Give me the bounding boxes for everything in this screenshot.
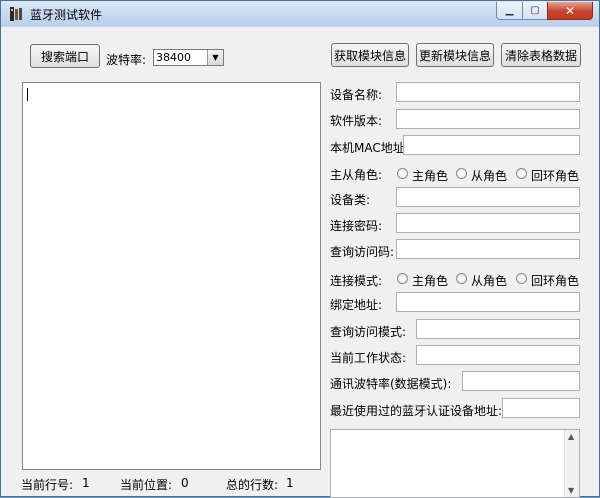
pin-label: 连接密码:	[330, 219, 383, 233]
recent-device-input[interactable]	[502, 398, 580, 418]
baud-rate-select[interactable]: 38400 ▼	[153, 49, 224, 66]
minimize-icon: ▁	[505, 5, 514, 16]
total-lines-label: 总的行数:	[226, 478, 279, 492]
current-line-value: 1	[82, 476, 90, 490]
role-slave-radio[interactable]	[456, 168, 467, 179]
device-class-input[interactable]	[396, 187, 580, 207]
app-window: 蓝牙测试软件 ▁ ▢ ✕ 搜索端口 波特率: 38400 ▼ 获取模块信息 更新…	[0, 0, 600, 498]
inquiry-mode-input[interactable]	[416, 319, 580, 339]
inquiry-mode-label: 查询访问模式:	[330, 325, 407, 339]
software-version-label: 软件版本:	[330, 114, 383, 128]
local-mac-input[interactable]	[403, 135, 580, 155]
software-version-input[interactable]	[396, 109, 580, 129]
baud-data-mode-label: 通讯波特率(数据模式):	[330, 377, 452, 391]
maximize-button[interactable]: ▢	[522, 2, 548, 20]
close-button[interactable]: ✕	[547, 2, 593, 20]
mode-slave-radio[interactable]	[456, 273, 467, 284]
memo-scrollbar[interactable]: ▲ ▼	[564, 430, 579, 497]
role-master-radio[interactable]	[397, 168, 408, 179]
mode-master-radio[interactable]	[397, 273, 408, 284]
scroll-up-icon[interactable]: ▲	[568, 432, 574, 441]
minimize-button[interactable]: ▁	[496, 2, 523, 20]
close-icon: ✕	[564, 3, 576, 18]
current-line-label: 当前行号:	[21, 478, 74, 492]
mode-loopback-radio[interactable]	[516, 273, 527, 284]
chevron-down-icon[interactable]: ▼	[207, 50, 223, 65]
device-class-label: 设备类:	[330, 193, 371, 207]
window-title: 蓝牙测试软件	[30, 8, 103, 22]
work-state-input[interactable]	[416, 345, 580, 365]
total-lines-value: 1	[286, 476, 294, 490]
search-port-button[interactable]: 搜索端口	[30, 44, 100, 68]
recent-devices-memo[interactable]: ▲ ▼	[330, 429, 580, 498]
mode-slave-label: 从角色	[471, 274, 508, 288]
scroll-down-icon[interactable]: ▼	[568, 486, 574, 495]
get-module-info-button[interactable]: 获取模块信息	[331, 43, 409, 67]
title-bar[interactable]: 蓝牙测试软件 ▁ ▢ ✕	[1, 1, 599, 27]
device-name-label: 设备名称:	[330, 88, 383, 102]
pin-input[interactable]	[396, 213, 580, 233]
baud-data-mode-input[interactable]	[462, 371, 580, 391]
device-name-input[interactable]	[396, 82, 580, 102]
text-caret	[27, 88, 28, 101]
bind-address-input[interactable]	[396, 292, 580, 312]
current-position-value: 0	[181, 476, 189, 490]
role-master-label: 主角色	[412, 169, 449, 183]
clear-table-button[interactable]: 清除表格数据	[501, 43, 581, 67]
app-icon	[10, 7, 22, 21]
baud-rate-label: 波特率:	[106, 53, 147, 67]
bind-address-label: 绑定地址:	[330, 298, 383, 312]
role-slave-label: 从角色	[471, 169, 508, 183]
mode-loopback-label: 回环角色	[531, 274, 580, 288]
current-position-label: 当前位置:	[120, 478, 173, 492]
inquiry-code-input[interactable]	[396, 239, 580, 259]
baud-rate-value: 38400	[156, 51, 191, 64]
recent-device-label: 最近使用过的蓝牙认证设备地址:	[330, 404, 503, 418]
conn-mode-label: 连接模式:	[330, 274, 383, 288]
update-module-info-button[interactable]: 更新模块信息	[416, 43, 494, 67]
role-label: 主从角色:	[330, 168, 383, 182]
role-loopback-radio[interactable]	[516, 168, 527, 179]
work-state-label: 当前工作状态:	[330, 351, 407, 365]
local-mac-label: 本机MAC地址:	[330, 141, 409, 155]
role-loopback-label: 回环角色	[531, 169, 580, 183]
maximize-icon: ▢	[530, 5, 540, 16]
inquiry-code-label: 查询访问码:	[330, 245, 395, 259]
mode-master-label: 主角色	[412, 274, 449, 288]
log-textarea[interactable]	[22, 82, 321, 470]
